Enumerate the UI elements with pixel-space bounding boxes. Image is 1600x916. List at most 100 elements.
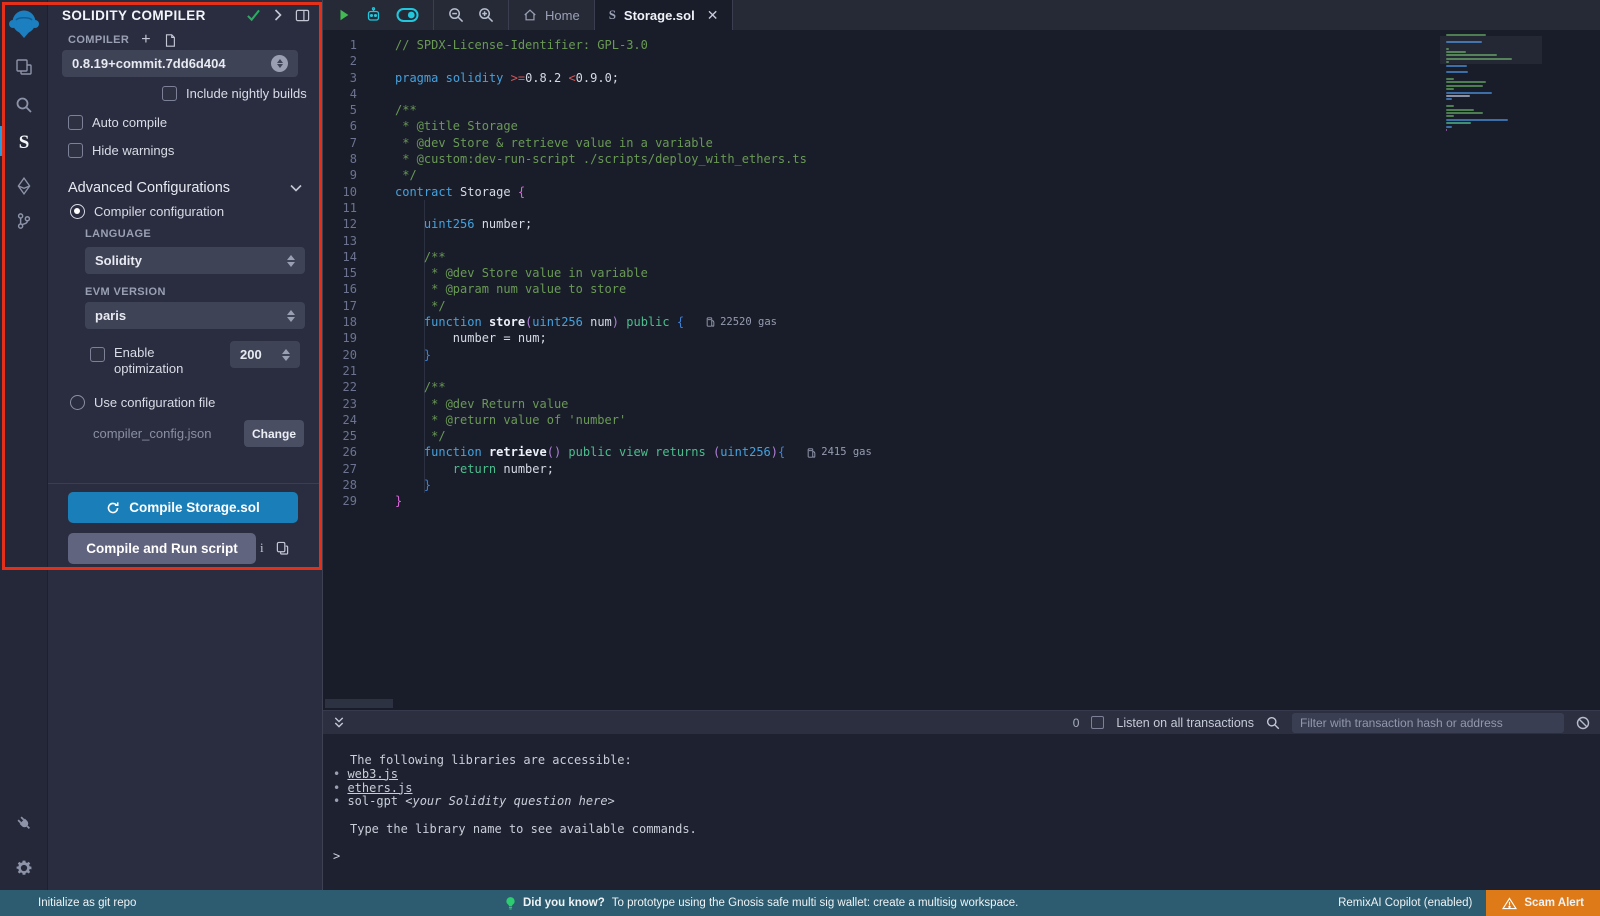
enable-optimization-label: Enable optimization — [114, 345, 206, 377]
scam-alert-badge[interactable]: Scam Alert — [1486, 890, 1600, 916]
code-line: 2 — [323, 53, 1600, 69]
terminal-output: The following libraries are accessible:•… — [323, 734, 1600, 837]
transaction-filter-input[interactable] — [1292, 713, 1564, 733]
clear-console-icon[interactable] — [1576, 716, 1590, 730]
terminal-link[interactable]: ethers.js — [347, 781, 412, 795]
code-line: 8 * @custom:dev-run-script ./scripts/dep… — [323, 151, 1600, 167]
copilot-status[interactable]: RemixAI Copilot (enabled) — [1338, 897, 1472, 909]
tab-storage-sol[interactable]: S Storage.sol ✕ — [595, 0, 734, 30]
compiler-version-select[interactable]: 0.8.19+commit.7dd6d404 — [62, 50, 298, 77]
nightly-builds-label: Include nightly builds — [186, 86, 307, 101]
plugin-manager-icon[interactable] — [0, 807, 48, 839]
pin-panel-icon[interactable] — [295, 8, 310, 23]
terminal[interactable]: The following libraries are accessible:•… — [323, 734, 1600, 890]
terminal-search-icon[interactable] — [1266, 716, 1280, 730]
settings-icon[interactable] — [0, 852, 48, 884]
code-line: 20 } — [323, 347, 1600, 363]
did-you-know-label: Did you know? — [523, 897, 605, 909]
nightly-builds-checkbox[interactable] — [162, 86, 177, 101]
change-config-button[interactable]: Change — [244, 420, 304, 447]
code-line: 15 * @dev Store value in variable — [323, 265, 1600, 281]
optimization-runs-input[interactable]: 200 — [230, 341, 300, 368]
git-icon[interactable] — [0, 205, 48, 237]
code-line: 13 — [323, 233, 1600, 249]
advanced-configurations-title[interactable]: Advanced Configurations — [68, 180, 230, 196]
hide-warnings-label: Hide warnings — [92, 143, 174, 158]
tab-home[interactable]: Home — [509, 0, 595, 30]
git-init-status[interactable]: Initialize as git repo — [38, 897, 136, 909]
expand-terminal-icon[interactable] — [333, 716, 345, 729]
code-line: 29} — [323, 493, 1600, 509]
compiled-check-icon — [246, 9, 261, 22]
language-label: LANGUAGE — [85, 228, 151, 240]
chevron-down-icon[interactable] — [290, 184, 302, 192]
terminal-prompt[interactable]: > — [333, 849, 340, 863]
compile-button[interactable]: Compile Storage.sol — [68, 492, 298, 523]
deploy-run-icon[interactable] — [0, 170, 48, 202]
zoom-out-icon[interactable] — [448, 7, 464, 23]
evm-version-select[interactable]: paris — [85, 302, 305, 329]
panel-title: SOLIDITY COMPILER — [62, 8, 206, 23]
code-line: 23 * @dev Return value — [323, 396, 1600, 412]
code-line: 18 function store(uint256 num) public {2… — [323, 314, 1600, 330]
open-file-icon[interactable] — [163, 33, 177, 48]
compiler-configuration-radio[interactable] — [70, 204, 85, 219]
code-line: 19 number = num; — [323, 330, 1600, 346]
remix-logo[interactable] — [0, 6, 48, 42]
search-icon[interactable] — [0, 89, 48, 121]
code-line: 14 /** — [323, 249, 1600, 265]
solidity-file-icon: S — [609, 7, 616, 23]
chevron-right-icon[interactable] — [274, 9, 282, 21]
copy-icon[interactable] — [276, 541, 289, 555]
refresh-icon — [106, 501, 120, 515]
auto-compile-label: Auto compile — [92, 115, 167, 130]
workspaces-icon[interactable] — [0, 51, 48, 83]
use-configuration-file-label: Use configuration file — [94, 395, 215, 410]
code-line: 1// SPDX-License-Identifier: GPL-3.0 — [323, 37, 1600, 53]
add-compiler-icon[interactable]: + — [141, 31, 150, 49]
code-line: 6 * @title Storage — [323, 118, 1600, 134]
code-line: 11 — [323, 200, 1600, 216]
evm-version-value: paris — [95, 308, 287, 323]
code-line: 27 return number; — [323, 461, 1600, 477]
code-line: 17 */ — [323, 298, 1600, 314]
code-line: 3pragma solidity >=0.8.2 <0.9.0; — [323, 70, 1600, 86]
code-line: 10contract Storage { — [323, 184, 1600, 200]
zoom-in-icon[interactable] — [478, 7, 494, 23]
solidity-compiler-panel: SOLIDITY COMPILER COMPILER + 0.8.19+comm… — [48, 0, 322, 890]
language-stepper-icon — [287, 255, 295, 267]
code-line: 12 uint256 number; — [323, 216, 1600, 232]
solidity-compiler-icon[interactable]: S — [0, 127, 48, 159]
remixai-robot-icon[interactable] — [365, 7, 382, 23]
status-bar: Initialize as git repo Did you know? To … — [0, 890, 1600, 916]
code-line: 22 /** — [323, 379, 1600, 395]
copilot-toggle-icon[interactable] — [396, 8, 419, 22]
evm-stepper-icon — [287, 310, 295, 322]
listen-transactions-checkbox[interactable] — [1091, 716, 1104, 729]
auto-compile-checkbox[interactable] — [68, 115, 83, 130]
version-stepper-icon — [271, 55, 288, 72]
minimap[interactable] — [1446, 34, 1536, 132]
hide-warnings-checkbox[interactable] — [68, 143, 83, 158]
compile-and-run-button[interactable]: Compile and Run script — [68, 533, 256, 564]
minimap-viewport — [1440, 36, 1542, 64]
code-lines: 1// SPDX-License-Identifier: GPL-3.023pr… — [323, 37, 1600, 510]
code-line: 7 * @dev Store & retrieve value in a var… — [323, 135, 1600, 151]
icon-rail: S — [0, 0, 48, 890]
info-icon[interactable]: i — [260, 540, 264, 556]
warning-triangle-icon — [1502, 897, 1517, 910]
horizontal-scrollbar[interactable] — [325, 699, 393, 708]
compiler-label: COMPILER — [68, 34, 129, 46]
panel-divider — [48, 483, 322, 484]
evm-version-label: EVM VERSION — [85, 286, 166, 298]
run-script-play-icon[interactable] — [337, 8, 351, 22]
terminal-link[interactable]: web3.js — [347, 767, 398, 781]
did-you-know-text: To prototype using the Gnosis safe multi… — [612, 897, 1019, 909]
close-tab-icon[interactable]: ✕ — [707, 7, 719, 24]
gas-estimate: 22520 gas — [706, 314, 777, 330]
code-editor[interactable]: 1// SPDX-License-Identifier: GPL-3.023pr… — [323, 30, 1600, 710]
language-select[interactable]: Solidity — [85, 247, 305, 274]
enable-optimization-checkbox[interactable] — [90, 347, 105, 362]
use-configuration-file-radio[interactable] — [70, 395, 85, 410]
panel-header: SOLIDITY COMPILER — [48, 0, 322, 30]
